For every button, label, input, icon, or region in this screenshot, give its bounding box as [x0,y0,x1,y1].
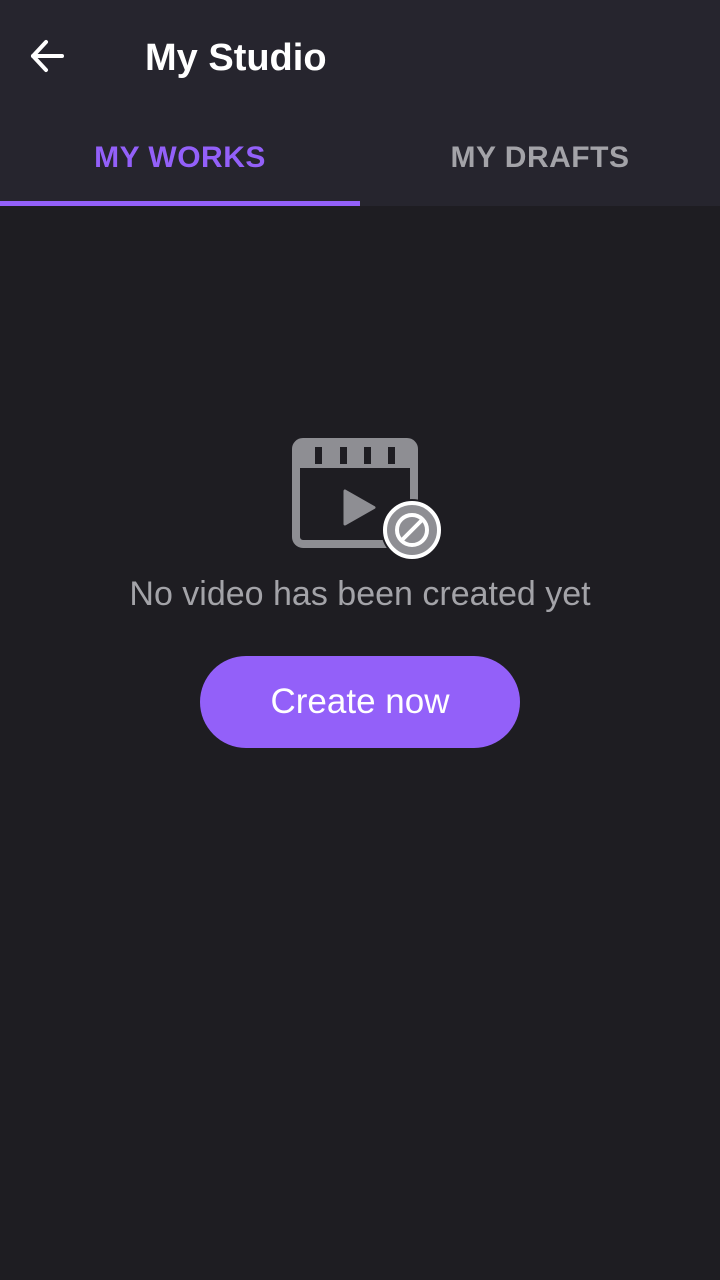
tab-my-works-label: MY WORKS [94,141,266,174]
toolbar: My Studio [0,0,720,116]
app-header: My Studio MY WORKS MY DRAFTS [0,0,720,206]
tab-bar: MY WORKS MY DRAFTS [0,116,720,206]
empty-state-message: No video has been created yet [129,575,591,613]
tab-my-drafts[interactable]: MY DRAFTS [360,116,720,206]
page-title: My Studio [145,37,327,79]
active-tab-indicator [0,201,360,206]
create-now-button[interactable]: Create now [200,656,520,748]
my-studio-screen: My Studio MY WORKS MY DRAFTS No video ha… [0,0,720,1280]
tab-my-drafts-label: MY DRAFTS [450,141,630,174]
arrow-left-icon [31,40,64,72]
video-clapperboard-prohibited-icon [292,438,443,561]
tab-my-works[interactable]: MY WORKS [0,116,360,206]
back-button[interactable] [16,24,80,88]
